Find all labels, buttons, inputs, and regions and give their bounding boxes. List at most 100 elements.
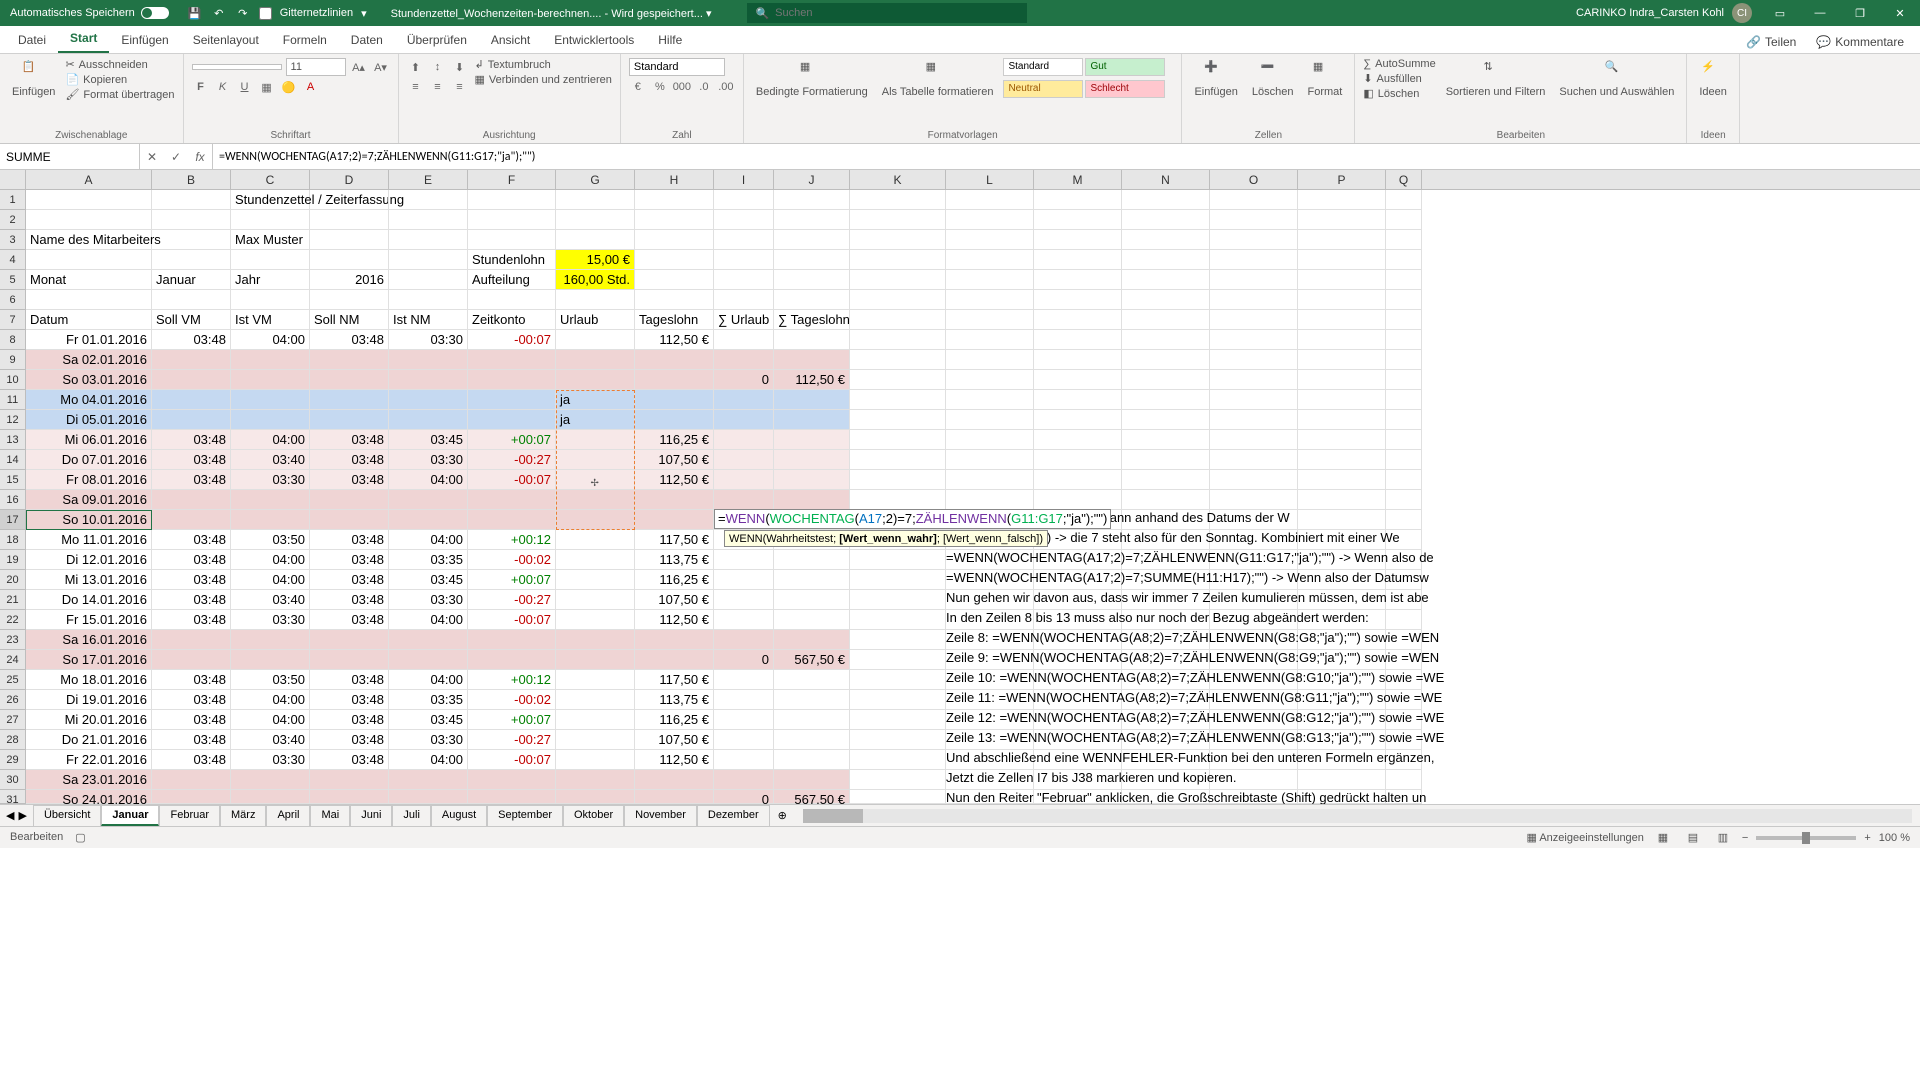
cell-J15[interactable]: [774, 470, 850, 490]
cell-H2[interactable]: [635, 210, 714, 230]
cell-C8[interactable]: 04:00: [231, 330, 310, 350]
row-header[interactable]: 28: [0, 730, 26, 750]
macro-record-icon[interactable]: ▢: [75, 831, 85, 844]
cell-E25[interactable]: 04:00: [389, 670, 468, 690]
cell-L5[interactable]: [946, 270, 1034, 290]
cell-G2[interactable]: [556, 210, 635, 230]
row-header[interactable]: 10: [0, 370, 26, 390]
cell-D13[interactable]: 03:48: [310, 430, 389, 450]
cell-L4[interactable]: [946, 250, 1034, 270]
cell-B1[interactable]: [152, 190, 231, 210]
cell-J24[interactable]: 567,50 €: [774, 650, 850, 670]
cell-G29[interactable]: [556, 750, 635, 770]
format-painter-button[interactable]: 🖌Format übertragen: [65, 88, 174, 101]
row-header[interactable]: 11: [0, 390, 26, 410]
cell-C23[interactable]: [231, 630, 310, 650]
cell-K22[interactable]: [850, 610, 946, 630]
row-header[interactable]: 13: [0, 430, 26, 450]
minimize-icon[interactable]: —: [1800, 0, 1840, 26]
cell-P15[interactable]: [1298, 470, 1386, 490]
cell-P10[interactable]: [1298, 370, 1386, 390]
cell-L1[interactable]: [946, 190, 1034, 210]
cell-K4[interactable]: [850, 250, 946, 270]
fill-color-button[interactable]: 🟡: [280, 78, 298, 96]
col-header-A[interactable]: A: [26, 170, 152, 189]
cell-D23[interactable]: [310, 630, 389, 650]
style-schlecht[interactable]: Schlecht: [1085, 80, 1165, 98]
cell-Q30[interactable]: [1386, 770, 1422, 790]
cell-J9[interactable]: [774, 350, 850, 370]
cell-Q22[interactable]: [1386, 610, 1422, 630]
cell-F23[interactable]: [468, 630, 556, 650]
cell-editor-overlay[interactable]: =WENN(WOCHENTAG(A17;2)=7;ZÄHLENWENN(G11:…: [714, 509, 1111, 529]
cell-H15[interactable]: 112,50 €: [635, 470, 714, 490]
cell-D9[interactable]: [310, 350, 389, 370]
cell-C12[interactable]: [231, 410, 310, 430]
cell-B18[interactable]: 03:48: [152, 530, 231, 550]
zoom-slider[interactable]: [1756, 836, 1856, 840]
cell-F13[interactable]: +00:07: [468, 430, 556, 450]
cell-E15[interactable]: 04:00: [389, 470, 468, 490]
cell-F7[interactable]: Zeitkonto: [468, 310, 556, 330]
cell-K23[interactable]: [850, 630, 946, 650]
cell-J7[interactable]: ∑ Tageslohn: [774, 310, 850, 330]
cell-N12[interactable]: [1122, 410, 1210, 430]
cell-O12[interactable]: [1210, 410, 1298, 430]
cell-D11[interactable]: [310, 390, 389, 410]
cell-L16[interactable]: [946, 490, 1034, 510]
cell-A25[interactable]: Mo 18.01.2016: [26, 670, 152, 690]
cell-O1[interactable]: [1210, 190, 1298, 210]
col-header-C[interactable]: C: [231, 170, 310, 189]
row-header[interactable]: 27: [0, 710, 26, 730]
cell-Q14[interactable]: [1386, 450, 1422, 470]
cell-F2[interactable]: [468, 210, 556, 230]
cell-B10[interactable]: [152, 370, 231, 390]
cell-C26[interactable]: 04:00: [231, 690, 310, 710]
cell-O15[interactable]: [1210, 470, 1298, 490]
cell-F6[interactable]: [468, 290, 556, 310]
cell-G3[interactable]: [556, 230, 635, 250]
cell-Q10[interactable]: [1386, 370, 1422, 390]
cell-O11[interactable]: [1210, 390, 1298, 410]
cell-K14[interactable]: [850, 450, 946, 470]
cell-M2[interactable]: [1034, 210, 1122, 230]
cell-H6[interactable]: [635, 290, 714, 310]
cell-G24[interactable]: [556, 650, 635, 670]
cell-J12[interactable]: [774, 410, 850, 430]
thousands-icon[interactable]: 000: [673, 78, 691, 96]
cell-A28[interactable]: Do 21.01.2016: [26, 730, 152, 750]
cell-H10[interactable]: [635, 370, 714, 390]
copy-button[interactable]: 📄Kopieren: [65, 73, 174, 86]
cell-Q7[interactable]: [1386, 310, 1422, 330]
increase-font-icon[interactable]: A▴: [350, 58, 368, 76]
cell-I21[interactable]: [714, 590, 774, 610]
cell-Q12[interactable]: [1386, 410, 1422, 430]
row-header[interactable]: 4: [0, 250, 26, 270]
undo-icon[interactable]: ↶: [211, 5, 227, 21]
col-header-H[interactable]: H: [635, 170, 714, 189]
sheet-tab-november[interactable]: November: [624, 805, 697, 826]
row-header[interactable]: 15: [0, 470, 26, 490]
cell-E17[interactable]: [389, 510, 468, 530]
cell-B30[interactable]: [152, 770, 231, 790]
cell-H31[interactable]: [635, 790, 714, 804]
cell-N14[interactable]: [1122, 450, 1210, 470]
ribbon-tab-start[interactable]: Start: [58, 25, 109, 53]
cell-M16[interactable]: [1034, 490, 1122, 510]
cell-M10[interactable]: [1034, 370, 1122, 390]
cell-L14[interactable]: [946, 450, 1034, 470]
cell-J25[interactable]: [774, 670, 850, 690]
cell-F20[interactable]: +00:07: [468, 570, 556, 590]
cell-H4[interactable]: [635, 250, 714, 270]
cell-D26[interactable]: 03:48: [310, 690, 389, 710]
cell-F21[interactable]: -00:27: [468, 590, 556, 610]
paste-button[interactable]: 📋Einfügen: [8, 58, 59, 101]
sheet-tab-juni[interactable]: Juni: [350, 805, 392, 826]
cell-Q17[interactable]: [1386, 510, 1422, 530]
cell-O4[interactable]: [1210, 250, 1298, 270]
cell-A31[interactable]: So 24.01.2016: [26, 790, 152, 804]
cell-D5[interactable]: 2016: [310, 270, 389, 290]
cell-D7[interactable]: Soll NM: [310, 310, 389, 330]
cell-D17[interactable]: [310, 510, 389, 530]
cell-G30[interactable]: [556, 770, 635, 790]
